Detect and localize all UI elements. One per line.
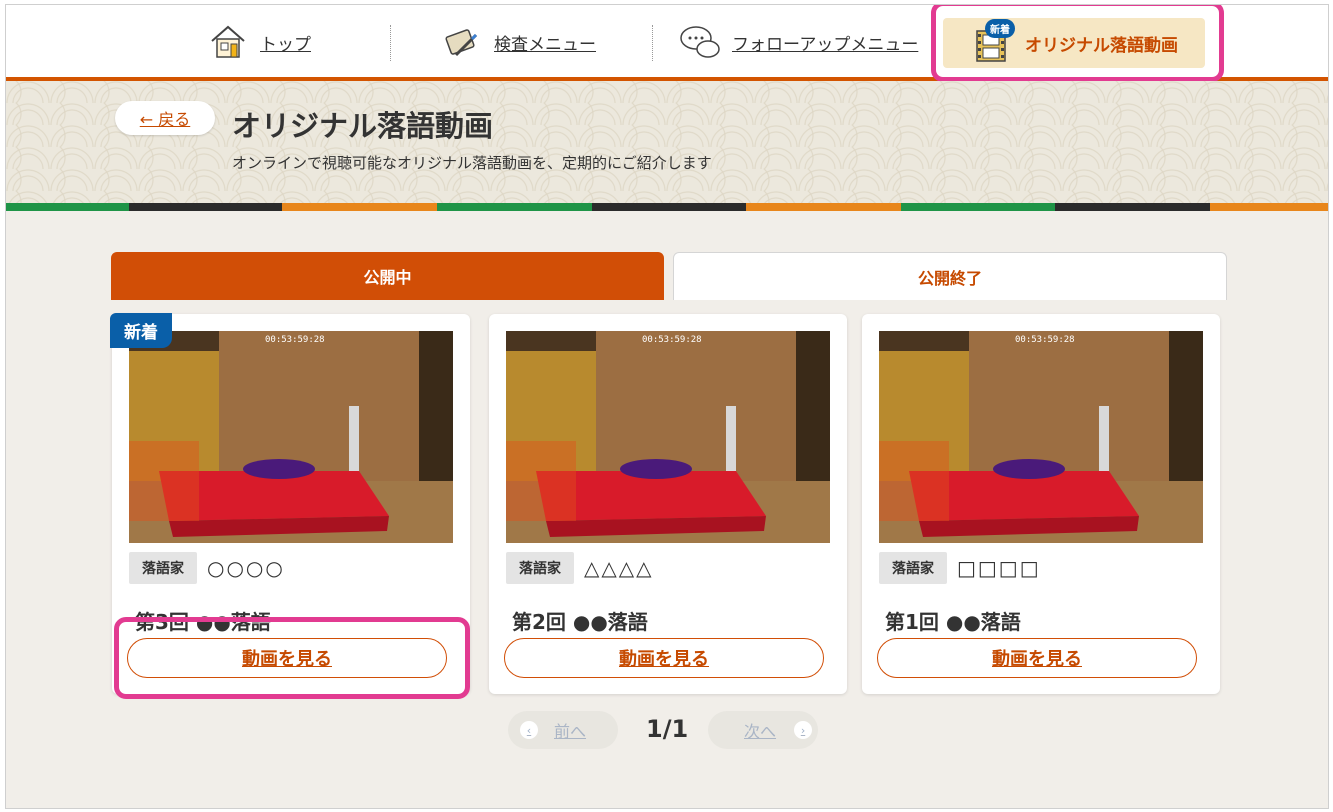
new-badge: 新着 bbox=[110, 313, 172, 348]
video-thumbnail[interactable]: 00:53:59:28 bbox=[879, 331, 1203, 543]
stripe bbox=[282, 203, 437, 211]
tab-published[interactable]: 公開中 bbox=[111, 252, 664, 300]
performer-name: △△△△ bbox=[584, 556, 654, 580]
video-timestamp: 00:53:59:28 bbox=[1015, 335, 1075, 345]
video-timestamp: 00:53:59:28 bbox=[642, 335, 702, 345]
video-thumbnail[interactable]: 00:53:59:28 bbox=[129, 331, 453, 543]
watch-video-button[interactable]: 動画を見る bbox=[504, 638, 824, 678]
pagination: ‹ 前へ 1/1 次へ › bbox=[6, 711, 1328, 751]
nav-label-followup: フォローアップメニュー bbox=[732, 34, 919, 55]
page-frame: トップ 検査メニュー フォローアップメニュー 新着 オリジナル落語動画 ← 戻る… bbox=[5, 4, 1329, 809]
chevron-right-icon: › bbox=[794, 721, 813, 739]
stripe bbox=[6, 203, 129, 211]
watch-video-button[interactable]: 動画を見る bbox=[877, 638, 1197, 678]
chevron-left-icon: ‹ bbox=[520, 721, 538, 739]
nav-label-inspection: 検査メニュー bbox=[494, 34, 596, 55]
stripe bbox=[901, 203, 1055, 211]
performer-tag: 落語家 bbox=[506, 552, 574, 584]
performer-row: 落語家 △△△△ bbox=[506, 552, 654, 584]
video-card: 00:53:59:28 落語家 △△△△ 第2回 ●●落語 動画を見る bbox=[489, 314, 847, 694]
page-title: オリジナル落語動画 bbox=[232, 109, 494, 143]
prev-label: 前へ bbox=[554, 722, 587, 741]
performer-name: ○○○○ bbox=[207, 556, 285, 580]
house-icon bbox=[206, 22, 250, 62]
video-thumbnail[interactable]: 00:53:59:28 bbox=[506, 331, 830, 543]
stripe bbox=[746, 203, 901, 211]
nav-item-inspection[interactable]: 検査メニュー bbox=[440, 19, 596, 65]
prev-page-button[interactable]: ‹ 前へ bbox=[508, 711, 618, 749]
episode-title: 第2回 ●●落語 bbox=[512, 610, 648, 634]
highlight-outline-button bbox=[114, 617, 470, 699]
stripe bbox=[129, 203, 282, 211]
hero-banner bbox=[6, 81, 1328, 203]
episode-title: 第1回 ●●落語 bbox=[885, 610, 1021, 634]
stripe bbox=[1210, 203, 1328, 211]
performer-tag: 落語家 bbox=[879, 552, 947, 584]
performer-name: □□□□ bbox=[957, 556, 1041, 580]
back-button[interactable]: ← 戻る bbox=[115, 101, 215, 135]
nav-divider bbox=[652, 25, 653, 61]
page-count: 1/1 bbox=[646, 715, 689, 743]
video-card: 00:53:59:28 落語家 □□□□ 第1回 ●●落語 動画を見る bbox=[862, 314, 1220, 694]
stripe bbox=[592, 203, 746, 211]
nav-item-followup[interactable]: フォローアップメニュー bbox=[678, 19, 918, 65]
performer-row: 落語家 □□□□ bbox=[879, 552, 1041, 584]
nav-label-top: トップ bbox=[260, 34, 311, 55]
notebook-pen-icon bbox=[440, 22, 484, 62]
nav-divider bbox=[390, 25, 391, 61]
stripe bbox=[1055, 203, 1210, 211]
next-label: 次へ bbox=[744, 722, 777, 741]
performer-tag: 落語家 bbox=[129, 552, 197, 584]
page-subtitle: オンラインで視聴可能なオリジナル落語動画を、定期的にご紹介します bbox=[232, 154, 712, 172]
next-page-button[interactable]: 次へ › bbox=[708, 711, 818, 749]
speech-bubbles-icon bbox=[678, 22, 722, 62]
tab-ended[interactable]: 公開終了 bbox=[673, 252, 1227, 300]
performer-row: 落語家 ○○○○ bbox=[129, 552, 285, 584]
nav-item-top[interactable]: トップ bbox=[206, 19, 311, 65]
highlight-outline-nav bbox=[931, 5, 1224, 82]
video-timestamp: 00:53:59:28 bbox=[265, 335, 325, 345]
stripe bbox=[437, 203, 592, 211]
